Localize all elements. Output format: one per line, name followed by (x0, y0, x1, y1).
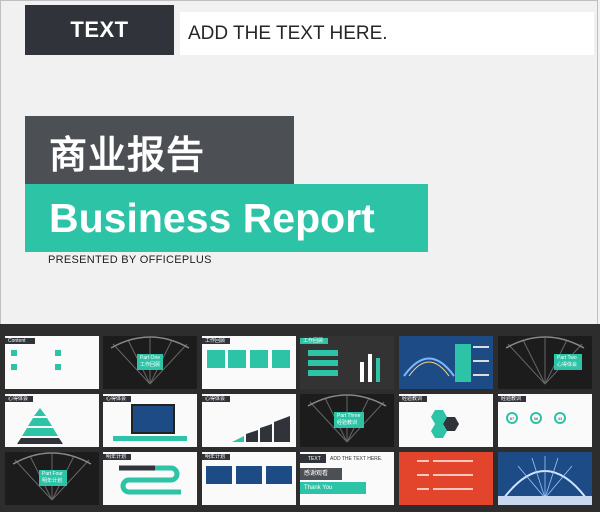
thumb-slide-8[interactable]: 心得体会 (103, 394, 197, 447)
thumb-label: 心得体会 (205, 396, 226, 402)
thumb-part-name: 明年计划 (42, 478, 63, 484)
thumb-line (473, 346, 489, 348)
title-english[interactable]: Business Report (25, 184, 428, 252)
thumb-part: Part Three (337, 413, 361, 419)
thumb-block (308, 360, 338, 366)
thumb-line (417, 488, 429, 490)
thumb-block (113, 436, 187, 441)
thumb-label: 明年计划 (106, 454, 127, 460)
photo-thumb (236, 466, 262, 484)
arrow-flow-icon (119, 465, 181, 495)
thumb-block (11, 350, 17, 356)
thumb-block (455, 344, 471, 382)
thumb-bar (376, 358, 380, 382)
thumb-label: 工作回顾 (303, 338, 324, 344)
thumb-line (417, 474, 429, 476)
progress-ring: 87 (506, 412, 518, 424)
thumb-label: 明年计划 (205, 454, 226, 460)
thumb-block (272, 350, 290, 368)
thumb-tag: TEXT (308, 456, 321, 462)
thumb-slide-5[interactable] (399, 336, 493, 389)
arch-photo-icon (403, 357, 455, 377)
thumb-slide-11[interactable]: 经验教训 (399, 394, 493, 447)
thumb-label: Content (8, 338, 26, 344)
thumb-slide-2[interactable]: Part One 工作回顾 (103, 336, 197, 389)
thumb-slide-6[interactable]: Part Two 心得体会 (498, 336, 592, 389)
thumbnail-strip: Content Part One 工作回顾 工作回顾 工作回顾 Part Two… (0, 324, 600, 512)
thumb-slide-9[interactable]: 心得体会 (202, 394, 296, 447)
thumb-part: Part One (140, 355, 161, 361)
header-tag[interactable]: TEXT (25, 5, 174, 55)
thumb-line (433, 488, 473, 490)
thumb-slide-4[interactable]: 工作回顾 (300, 336, 394, 389)
photo-thumb (206, 466, 232, 484)
monitor-icon (131, 404, 175, 434)
arch-photo-icon (498, 456, 592, 505)
thumb-block (250, 350, 268, 368)
thumb-part-name: 工作回顾 (140, 362, 161, 368)
thumb-label: 心得体会 (106, 396, 127, 402)
thumb-slide-12[interactable]: 经验教训 87 56 43 (498, 394, 592, 447)
thumb-line (473, 374, 489, 376)
thumb-slide-15[interactable]: 明年计划 (202, 452, 296, 505)
thumb-bar (360, 362, 364, 382)
thumb-slide-14[interactable]: 明年计划 (103, 452, 197, 505)
steps-icon (232, 416, 290, 442)
photo-thumb (266, 466, 292, 484)
thumb-title-en: Thank You (304, 485, 333, 491)
thumb-line (473, 360, 489, 362)
thumb-title-cn: 感谢观看 (304, 471, 329, 477)
thumb-part: Part Two (557, 355, 577, 361)
thumb-line (433, 460, 473, 462)
progress-ring: 56 (530, 412, 542, 424)
thumb-text: ADD THE TEXT HERE. (330, 456, 383, 462)
thumb-slide-13[interactable]: Part Four 明年计划 (5, 452, 99, 505)
thumb-label: 心得体会 (8, 396, 29, 402)
presented-by[interactable]: PRESENTED BY OFFICEPLUS (48, 254, 212, 266)
thumb-block (55, 350, 61, 356)
hexagon-icon (431, 410, 459, 438)
title-chinese[interactable]: 商业报告 (25, 116, 294, 186)
thumb-block (228, 350, 246, 368)
thumb-label: 工作回顾 (205, 338, 226, 344)
thumb-part-name: 经验教训 (337, 420, 358, 426)
progress-ring: 43 (554, 412, 566, 424)
thumb-bar (368, 354, 372, 382)
header-text-placeholder[interactable]: ADD THE TEXT HERE. (180, 12, 594, 55)
thumb-block (308, 350, 338, 356)
thumb-label: 经验教训 (402, 396, 423, 402)
thumb-slide-17[interactable] (399, 452, 493, 505)
thumb-label: 经验教训 (501, 396, 522, 402)
thumb-line (433, 474, 473, 476)
thumb-slide-7[interactable]: 心得体会 (5, 394, 99, 447)
thumb-block (55, 364, 61, 370)
thumb-block (11, 364, 17, 370)
thumb-block (308, 370, 338, 376)
pyramid-icon (17, 408, 63, 444)
thumb-slide-1[interactable]: Content (5, 336, 99, 389)
thumb-part-name: 心得体会 (557, 362, 578, 368)
thumb-slide-10[interactable]: Part Three 经验教训 (300, 394, 394, 447)
thumb-part: Part Four (42, 471, 63, 477)
thumb-line (417, 460, 429, 462)
thumb-slide-16[interactable]: TEXT ADD THE TEXT HERE. 感谢观看 Thank You (300, 452, 394, 505)
thumb-block (207, 350, 225, 368)
thumb-slide-18[interactable] (498, 452, 592, 505)
thumb-slide-3[interactable]: 工作回顾 (202, 336, 296, 389)
